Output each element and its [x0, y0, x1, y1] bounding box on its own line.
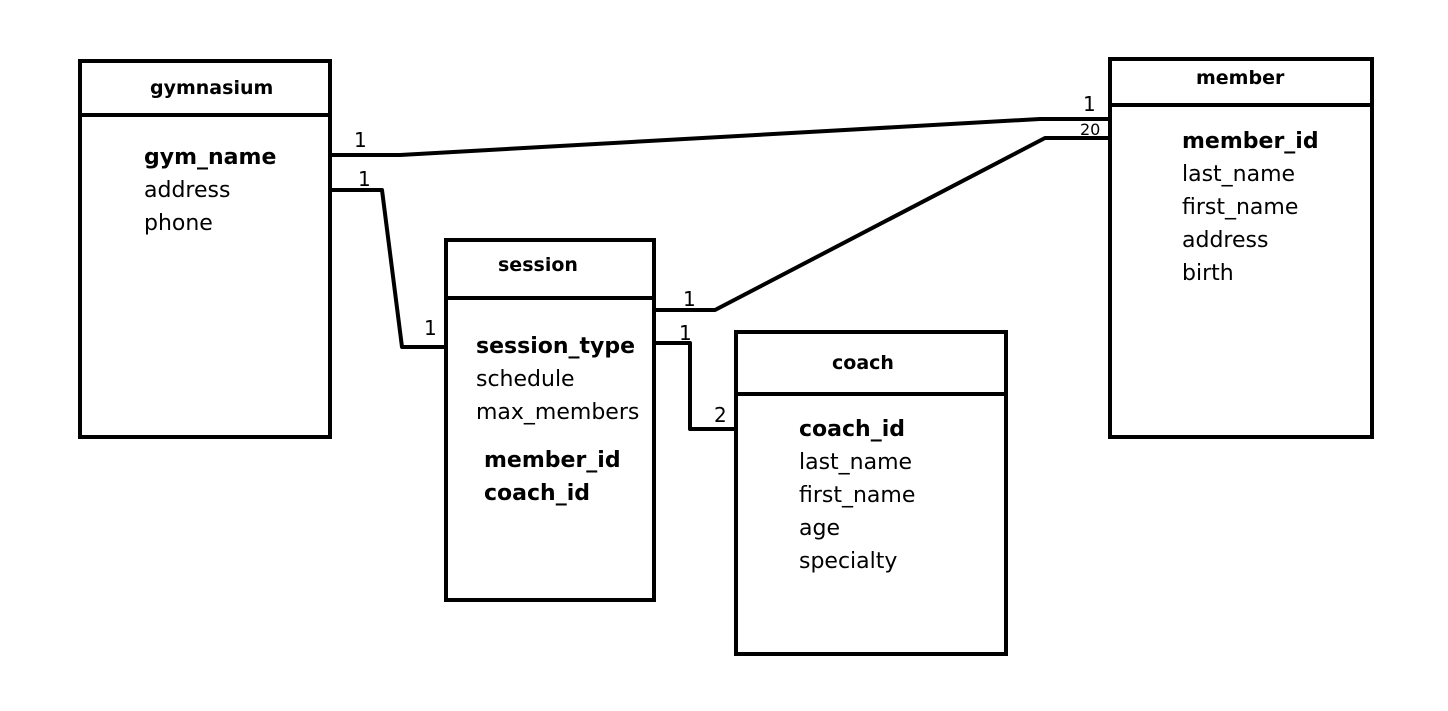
cardinality-session-member-left: 1	[683, 287, 696, 311]
er-diagram-canvas: gymnasium gym_name address phone member …	[0, 0, 1448, 711]
attribute-member-id: member_id	[484, 448, 621, 473]
attribute-phone: phone	[144, 211, 213, 236]
cardinality-gymnasium-session-right: 1	[424, 316, 437, 340]
attribute-list-coach: coach_id last_name first_name age specia…	[799, 413, 915, 578]
attribute-last-name: last_name	[1182, 162, 1296, 187]
attribute-gym-name: gym_name	[144, 145, 277, 170]
entity-coach[interactable]: coach coach_id last_name first_name age …	[734, 330, 1008, 656]
entity-member[interactable]: member member_id last_name first_name ad…	[1108, 57, 1374, 439]
attribute-member-id: member_id	[1182, 129, 1319, 154]
cardinality-gymnasium-member-right: 1	[1083, 92, 1096, 116]
cardinality-gymnasium-member-left: 1	[354, 128, 367, 152]
cardinality-session-member-right: 20	[1080, 120, 1101, 139]
entity-gymnasium[interactable]: gymnasium gym_name address phone	[78, 59, 332, 439]
line-session-member	[651, 136, 1112, 312]
attribute-age: age	[799, 516, 840, 541]
cardinality-session-coach-left: 1	[679, 321, 692, 345]
cardinality-session-coach-right: 2	[714, 403, 727, 427]
line-gymnasium-member	[328, 117, 1112, 157]
attribute-list-gymnasium: gym_name address phone	[144, 141, 276, 240]
attribute-list-session: session_type schedule max_members	[476, 330, 639, 429]
entity-title-session: session	[448, 242, 652, 300]
foreign-key-list-session: member_id coach_id	[484, 444, 621, 510]
attribute-coach-id: coach_id	[484, 481, 590, 506]
attribute-max-members: max_members	[476, 400, 640, 425]
attribute-address: address	[144, 178, 231, 203]
entity-session[interactable]: session session_type schedule max_member…	[444, 238, 656, 602]
attribute-specialty: specialty	[799, 549, 898, 574]
entity-title-coach: coach	[738, 334, 1004, 396]
entity-title-member: member	[1112, 61, 1370, 107]
attribute-first-name: first_name	[799, 483, 916, 508]
attribute-birth: birth	[1182, 261, 1234, 286]
attribute-session-type: session_type	[476, 334, 636, 359]
attribute-address: address	[1182, 228, 1269, 253]
cardinality-gymnasium-session-left: 1	[358, 167, 371, 191]
attribute-coach-id: coach_id	[799, 417, 905, 442]
attribute-list-member: member_id last_name first_name address b…	[1182, 125, 1319, 290]
entity-title-gymnasium: gymnasium	[82, 63, 328, 117]
attribute-last-name: last_name	[799, 450, 913, 475]
attribute-schedule: schedule	[476, 367, 575, 392]
attribute-first-name: first_name	[1182, 195, 1299, 220]
